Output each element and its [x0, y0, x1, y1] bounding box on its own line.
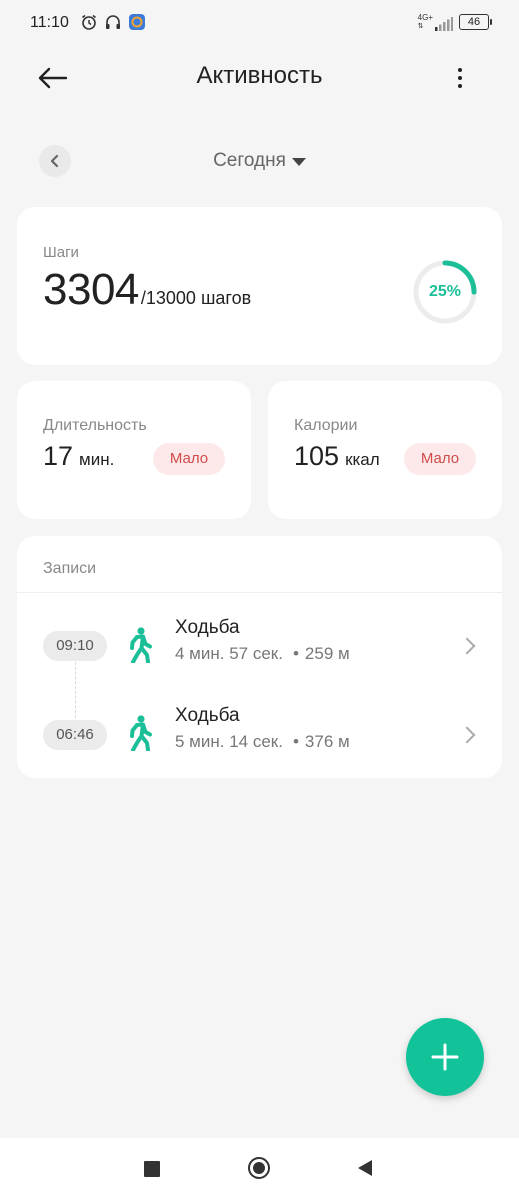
steps-count: 3304 [43, 265, 139, 314]
record-time: 09:10 [43, 631, 107, 661]
home-icon[interactable] [248, 1157, 270, 1179]
walking-icon [130, 627, 152, 663]
plus-icon [431, 1043, 459, 1071]
record-activity: Ходьба [175, 705, 240, 726]
duration-value-row: 17 мин. [43, 441, 114, 472]
record-distance: 259 м [304, 644, 350, 663]
duration-unit: мин. [79, 450, 115, 469]
duration-value: 17 [43, 441, 74, 471]
triangle-down-icon [291, 158, 306, 166]
record-duration: 5 мин. 14 сек. [175, 732, 283, 751]
record-duration: 4 мин. 57 сек. [175, 644, 283, 663]
steps-label: Шаги [43, 244, 79, 261]
record-details: 5 мин. 14 сек. • 376 м [175, 732, 350, 751]
duration-status-badge: Мало [153, 443, 225, 475]
record-time: 06:46 [43, 720, 107, 750]
steps-value-row: 3304 /13000 шагов [43, 265, 251, 315]
recent-apps-icon[interactable] [144, 1161, 160, 1177]
status-time: 11:10 [30, 14, 69, 31]
calories-status-badge: Мало [404, 443, 476, 475]
app-notification-icon [129, 14, 145, 30]
record-distance: 376 м [304, 732, 350, 751]
page-title: Активность [196, 62, 323, 89]
calories-unit: ккал [345, 450, 380, 469]
battery-icon: 46 [459, 14, 492, 30]
network-type: 4G+ [417, 13, 433, 22]
records-title: Записи [43, 560, 97, 577]
status-icons [80, 13, 146, 31]
headphones-icon [106, 15, 120, 29]
status-right: 4G+ ⇅ 46 [417, 13, 492, 31]
signal-icon [435, 17, 453, 31]
divider [17, 592, 502, 593]
date-dropdown[interactable]: Сегодня [0, 150, 519, 172]
more-options-button[interactable] [445, 60, 475, 96]
calories-label: Калории [294, 417, 358, 434]
add-activity-button[interactable] [406, 1018, 484, 1096]
record-details: 4 мин. 57 сек. • 259 м [175, 644, 350, 663]
alarm-icon [82, 14, 96, 30]
calories-value: 105 [294, 441, 340, 471]
walking-icon [130, 715, 152, 751]
back-icon[interactable] [358, 1160, 372, 1176]
calories-value-row: 105 ккал [294, 441, 380, 472]
steps-percent: 25% [428, 283, 462, 300]
date-label: Сегодня [213, 150, 286, 171]
steps-goal: /13000 шагов [140, 288, 252, 308]
duration-label: Длительность [43, 417, 147, 434]
record-activity: Ходьба [175, 617, 240, 638]
more-vertical-icon [458, 68, 462, 72]
